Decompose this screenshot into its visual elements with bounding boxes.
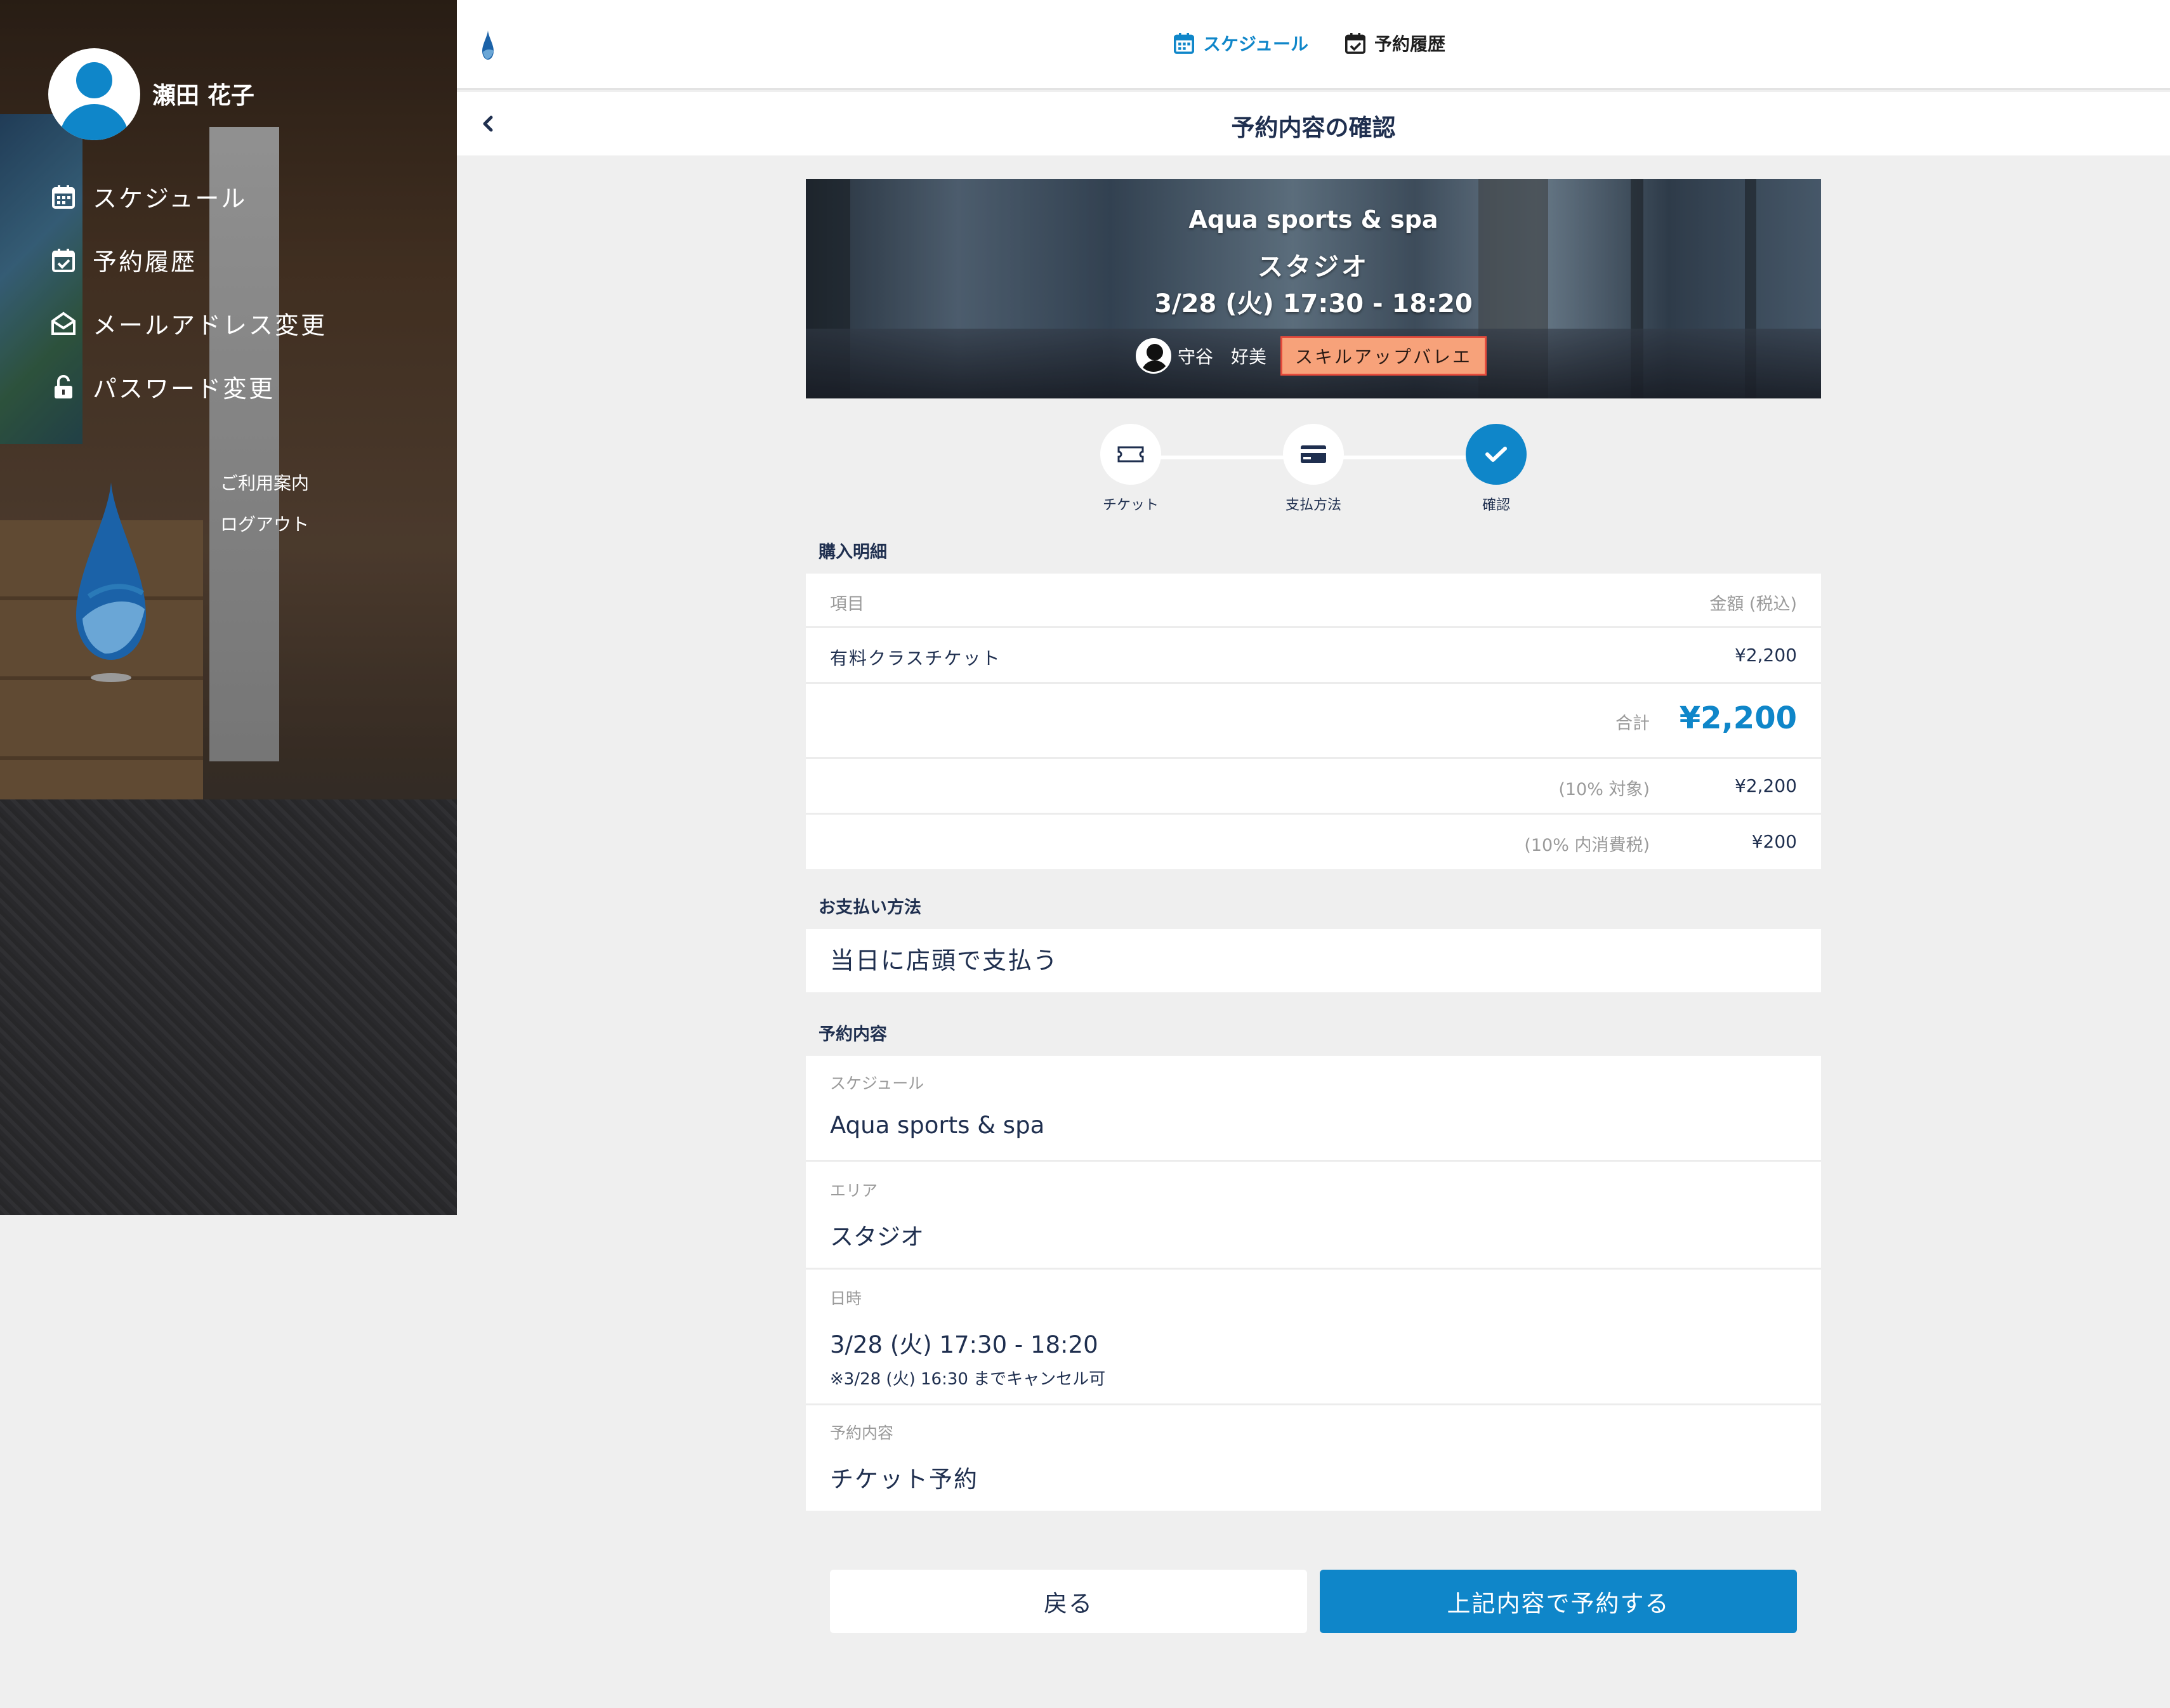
envelope-open-icon (51, 311, 76, 336)
step-ticket: チケット (1099, 424, 1162, 514)
ticket-icon (1100, 424, 1161, 485)
instructor-avatar (1136, 338, 1171, 374)
check-icon (1466, 424, 1527, 485)
top-bar: スケジュール 予約履歴 (457, 0, 2170, 90)
hero-instructor: 守谷 好美 スキルアップバレエ (1136, 336, 1487, 376)
datetime-value: 3/28 (火) 17:30 - 18:20 (830, 1331, 1098, 1358)
progress-steps: チケット 支払方法 確認 (806, 398, 1821, 532)
sidebar-item-history[interactable]: 予約履歴 (51, 242, 197, 277)
tax-row: (10% 内消費税) ¥200 (806, 815, 1821, 869)
purchase-total-row: 合計 ¥2,200 (806, 684, 1821, 759)
step-label: 確認 (1482, 497, 1510, 513)
confirm-reservation-button[interactable]: 上記内容で予約する (1320, 1570, 1797, 1633)
purchase-header-row: 項目 金額 (税込) (806, 574, 1821, 628)
sidebar-item-label: スケジュール (93, 185, 247, 213)
tax-label: (10% 内消費税) (1524, 836, 1650, 855)
hero-area: スタジオ (1258, 253, 1369, 282)
cancel-deadline-note: ※3/28 (火) 16:30 までキャンセル可 (830, 1370, 1106, 1389)
brand-logo (70, 482, 152, 688)
user-name: 瀬田 花子 (152, 82, 254, 109)
schedule-value: Aqua sports & spa (830, 1112, 1045, 1139)
credit-card-icon (1283, 424, 1344, 485)
top-nav-history[interactable]: 予約履歴 (1345, 30, 1445, 56)
type-label: 予約内容 (830, 1424, 894, 1442)
reservation-datetime-row: 日時 3/28 (火) 17:30 - 18:20 ※3/28 (火) 16:3… (806, 1270, 1821, 1405)
payment-heading: お支払い方法 (819, 898, 921, 917)
sidebar-item-email[interactable]: メールアドレス変更 (51, 306, 327, 341)
usage-guide-link[interactable]: ご利用案内 (220, 470, 309, 495)
sidebar-item-label: 予約履歴 (93, 248, 197, 276)
area-label: エリア (830, 1181, 878, 1200)
step-label: チケット (1102, 497, 1159, 513)
top-nav-schedule[interactable]: スケジュール (1174, 30, 1308, 56)
calendar-icon (51, 184, 76, 209)
sidebar-item-password[interactable]: パスワード変更 (51, 369, 275, 404)
sidebar-item-label: メールアドレス変更 (93, 312, 327, 339)
purchase-item-row: 有料クラスチケット ¥2,200 (806, 628, 1821, 684)
tax-value: ¥200 (1751, 831, 1797, 852)
type-value: チケット予約 (830, 1466, 978, 1493)
sidebar-item-schedule[interactable]: スケジュール (51, 179, 247, 214)
taxable-row: (10% 対象) ¥2,200 (806, 759, 1821, 815)
top-nav-history-label: 予約履歴 (1374, 34, 1446, 55)
area-value: スタジオ (830, 1223, 924, 1251)
calendar-icon (1174, 33, 1194, 54)
unlock-icon (51, 374, 76, 400)
reservation-type-row: 予約内容 チケット予約 (806, 1405, 1821, 1511)
lesson-hero-banner: Aqua sports & spa スタジオ 3/28 (火) 17:30 - … (806, 179, 1821, 398)
program-tag: スキルアップバレエ (1280, 336, 1487, 376)
taxable-label: (10% 対象) (1558, 780, 1650, 799)
total-value: ¥2,200 (1679, 700, 1797, 736)
hero-facility: Aqua sports & spa (1188, 206, 1438, 233)
col-item-header: 項目 (830, 595, 864, 614)
item-price: ¥2,200 (1735, 645, 1797, 666)
payment-method: 当日に店頭で支払う (806, 929, 1821, 992)
datetime-label: 日時 (830, 1289, 862, 1308)
reservation-heading: 予約内容 (819, 1025, 887, 1044)
instructor-name: 守谷 好美 (1178, 346, 1267, 367)
calendar-check-icon (51, 247, 76, 273)
sidebar-item-label: パスワード変更 (93, 375, 275, 403)
item-name: 有料クラスチケット (830, 648, 1001, 669)
total-label: 合計 (1615, 714, 1650, 733)
hero-datetime: 3/28 (火) 17:30 - 18:20 (1154, 289, 1473, 319)
logout-link[interactable]: ログアウト (220, 511, 309, 536)
top-nav-schedule-label: スケジュール (1203, 34, 1309, 55)
back-button[interactable]: 戻る (830, 1570, 1307, 1633)
taxable-value: ¥2,200 (1735, 775, 1797, 796)
step-label: 支払方法 (1285, 497, 1341, 513)
calendar-check-icon (1345, 33, 1365, 54)
title-bar: 予約内容の確認 (457, 92, 2170, 155)
step-payment: 支払方法 (1282, 424, 1345, 514)
page-title: 予約内容の確認 (1231, 114, 1396, 141)
user-avatar[interactable] (48, 48, 140, 140)
col-amount-header: 金額 (税込) (1709, 595, 1797, 614)
brand-logo-small[interactable] (481, 30, 495, 65)
step-confirm: 確認 (1464, 424, 1528, 514)
schedule-label: スケジュール (830, 1074, 924, 1093)
reservation-area-row: エリア スタジオ (806, 1162, 1821, 1270)
main-content: Aqua sports & spa スタジオ 3/28 (火) 17:30 - … (806, 179, 1821, 1511)
reservation-schedule-row: スケジュール Aqua sports & spa (806, 1056, 1821, 1162)
sidebar: 瀬田 花子 スケジュール 予約履歴 メールアドレス変更 パスワード変更 ご利用案… (0, 0, 457, 1215)
purchase-heading: 購入明細 (819, 542, 887, 562)
